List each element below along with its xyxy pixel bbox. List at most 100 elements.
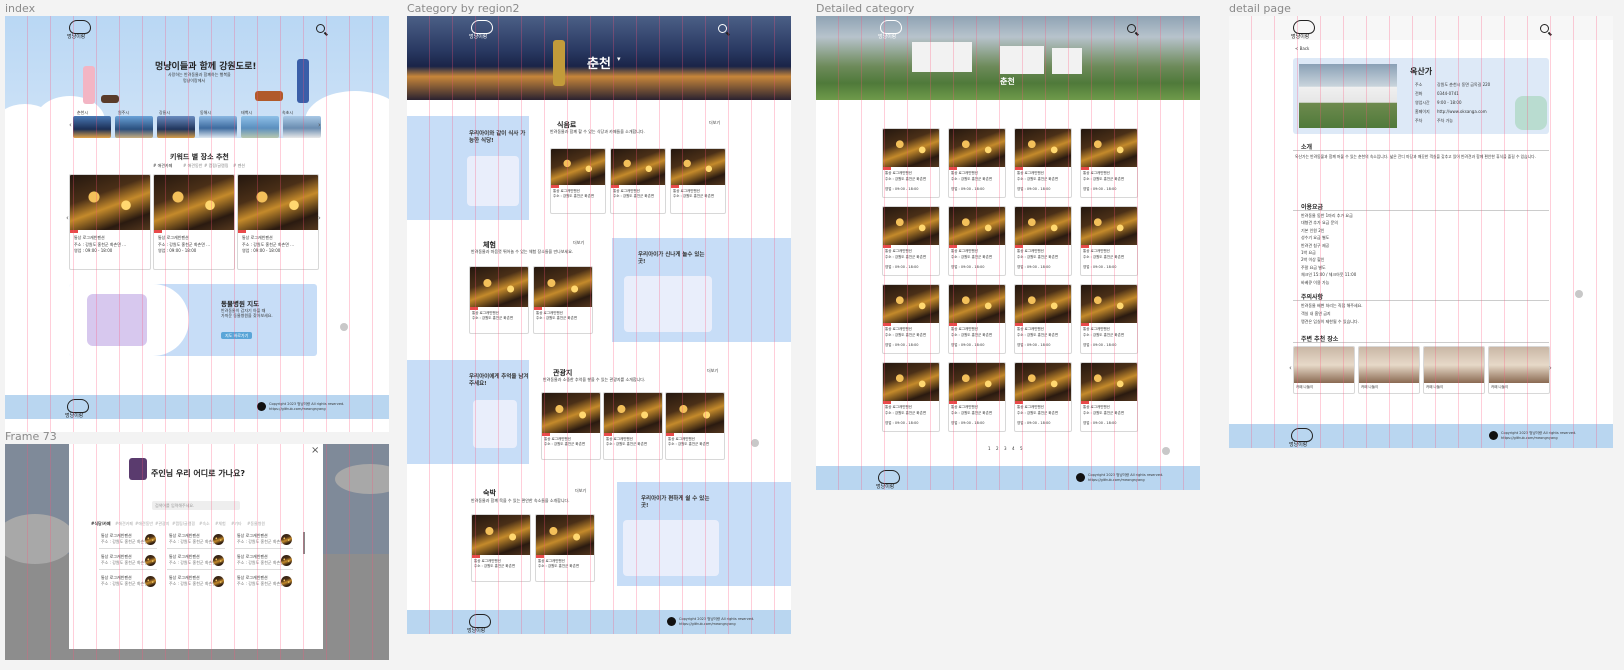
more-link[interactable]: 더보기 — [709, 120, 720, 125]
place-card[interactable]: 통상 로그캐빈펜션 주소 : 강원도 홍천군 화촌면 — [610, 148, 666, 214]
nearby-card[interactable]: 카페 나들이 — [1358, 346, 1420, 394]
logo[interactable]: 멍냥이랑 — [878, 20, 902, 40]
list-item[interactable]: 통상 로그캐빈펜션 주소 : 강원도 홍천군 화촌면 ... — [99, 553, 157, 570]
place-card[interactable]: 통상 로그캐빈펜션 주소 : 강원도 홍천군 화촌면 영업 : 09:00 - 18… — [1080, 128, 1138, 198]
region-thumb[interactable] — [73, 116, 111, 138]
place-card[interactable]: 통상 로그캐빈펜션 주소 : 강원도 홍천군 화촌면 — [469, 266, 529, 334]
nearby-card[interactable]: 카페 나들이 — [1488, 346, 1550, 394]
github-icon[interactable] — [1489, 431, 1498, 440]
list-item[interactable]: 통상 로그캐빈펜션 주소 : 강원도 홍천군 화촌면 ... — [167, 574, 225, 590]
place-card[interactable]: 통상 로그캐빈펜션 주소 : 강원도 홍천군 화촌면 영업 : 09:00 - 18… — [882, 362, 940, 432]
place-card[interactable]: 통상 로그캐빈펜션 주소 : 강원도 홍천군 화촌면 영업 : 09:00 - 18… — [948, 128, 1006, 198]
chevron-left-icon[interactable]: ‹ — [66, 214, 69, 222]
list-item[interactable]: 통상 로그캐빈펜션 주소 : 강원도 홍천군 화촌면 ... — [235, 553, 293, 570]
page-number[interactable]: 4 — [1012, 446, 1015, 451]
github-icon[interactable] — [257, 402, 266, 411]
place-card[interactable]: 통상 로그캐빈펜션 주소 : 강원도 홍천군 화촌면 영업 : 09:00 - 18… — [1014, 206, 1072, 276]
place-card[interactable]: 통상 로그캐빈펜션 주소 : 강원도 홍천군 화촌면 영업 : 09:00 - 18… — [948, 284, 1006, 354]
scroll-top-button[interactable] — [340, 323, 348, 331]
list-item[interactable]: 통상 로그캐빈펜션 주소 : 강원도 홍천군 화촌면 ... — [235, 532, 293, 549]
place-card[interactable]: 통상 로그캐빈펜션 주소 : 강원도 홍천군 화촌면 영업 : 09:00 - 18… — [1080, 362, 1138, 432]
back-button[interactable]: < Back — [1295, 46, 1309, 51]
place-card[interactable]: 통상 로그캐빈펜션 주소 : 강원도 홍천군 화촌면 영업 : 09:00 - 18… — [1014, 128, 1072, 198]
region-thumb[interactable] — [115, 116, 153, 138]
modal-tab[interactable]: #기타 — [231, 521, 242, 526]
logo[interactable]: 멍냥이랑 — [469, 20, 493, 40]
footer-link[interactable]: https://github.com/meongnyang — [1501, 436, 1558, 441]
map-button[interactable]: 지도 바로가기 — [221, 332, 253, 339]
region-tab-label[interactable]: 속초시 — [282, 110, 293, 115]
region-thumb[interactable] — [241, 116, 279, 138]
chevron-right-icon[interactable]: › — [318, 214, 321, 222]
list-item[interactable]: 통상 로그캐빈펜션 주소 : 강원도 홍천군 화촌면 ... — [99, 532, 157, 549]
place-card[interactable]: 통상 로그캐빈펜션 주소 : 강원도 홍천군 화촌면 — [471, 514, 531, 582]
search-icon[interactable] — [1127, 24, 1136, 33]
place-card[interactable]: 통상 로그캐빈펜션 주소 : 강원도 홍천군 화촌면 ... 영업 : 09:0… — [153, 174, 235, 270]
place-card[interactable]: 통상 로그캐빈펜션 주소 : 강원도 홍천군 화촌면 — [533, 266, 593, 334]
place-card[interactable]: 통상 로그캐빈펜션 주소 : 강원도 홍천군 화촌면 ... 영업 : 09:0… — [69, 174, 151, 270]
place-card[interactable]: 통상 로그캐빈펜션 주소 : 강원도 홍천군 화촌면 ... 영업 : 09:0… — [237, 174, 319, 270]
footer-link[interactable]: https://github.com/meongnyang — [269, 407, 326, 412]
region-tab-label[interactable]: 춘천시 — [77, 110, 88, 115]
modal-tab[interactable]: #동물병원 — [247, 521, 265, 526]
search-icon[interactable] — [718, 24, 727, 33]
region-thumb[interactable] — [199, 116, 237, 138]
list-item[interactable]: 통상 로그캐빈펜션 주소 : 강원도 홍천군 화촌면 ... — [167, 532, 225, 549]
place-card[interactable]: 통상 로그캐빈펜션 주소 : 강원도 홍천군 화촌면 영업 : 09:00 - 18… — [882, 128, 940, 198]
place-card[interactable]: 통상 로그캐빈펜션 주소 : 강원도 홍천군 화촌면 — [603, 392, 663, 460]
map-banner[interactable]: 동물병원 지도 반려동물이 갑자기 아플 때 가까운 동물병원을 찾아보세요. … — [69, 284, 317, 356]
place-card[interactable]: 통상 로그캐빈펜션 주소 : 강원도 홍천군 화촌면 영업 : 09:00 - 18… — [1080, 284, 1138, 354]
modal-tab[interactable]: #관광지 — [155, 521, 169, 526]
page-number[interactable]: 5 — [1020, 446, 1023, 451]
github-icon[interactable] — [1076, 473, 1085, 482]
place-card[interactable]: 통상 로그캐빈펜션 주소 : 강원도 홍천군 화촌면 영업 : 09:00 - 18… — [948, 362, 1006, 432]
place-card[interactable]: 통상 로그캐빈펜션 주소 : 강원도 홍천군 화촌면 — [535, 514, 595, 582]
modal-tab[interactable]: #캠핑/글램핑 — [172, 521, 195, 526]
logo[interactable]: 멍냥이랑 — [1291, 20, 1315, 40]
keyword-tag[interactable]: # 캠핑/글램핑 — [204, 163, 228, 168]
chevron-left-icon[interactable]: ‹ — [69, 121, 72, 129]
modal-tab[interactable]: #식당/카페 — [91, 521, 111, 526]
modal-tab[interactable]: #체험 — [215, 521, 226, 526]
chevron-right-icon[interactable]: › — [1549, 364, 1552, 372]
place-card[interactable]: 통상 로그캐빈펜션 주소 : 강원도 홍천군 화촌면 영업 : 09:00 - 18… — [1014, 284, 1072, 354]
place-card[interactable]: 통상 로그캐빈펜션 주소 : 강원도 홍천군 화촌면 — [550, 148, 606, 214]
region-thumb[interactable] — [157, 116, 195, 138]
modal-tab[interactable]: #숙소 — [199, 521, 210, 526]
modal-search-input[interactable]: 검색어를 입력해주세요. — [152, 501, 240, 510]
place-card[interactable]: 통상 로그캐빈펜션 주소 : 강원도 홍천군 화촌면 — [665, 392, 725, 460]
close-icon[interactable]: × — [311, 445, 319, 456]
region-tab-label[interactable]: 태백시 — [241, 110, 252, 115]
page-number[interactable]: 2 — [996, 446, 999, 451]
footer-link[interactable]: https://github.com/meongnyang — [1088, 478, 1145, 483]
promo-banner[interactable]: 우리아이가 신나게 놀수 있는 곳! — [612, 238, 791, 342]
scroll-top-button[interactable] — [751, 439, 759, 447]
footer-link[interactable]: https://github.com/meongnyang — [679, 622, 736, 627]
promo-banner[interactable]: 우리아이와 같이 식사 가능한 식당! — [407, 116, 529, 220]
info-value[interactable]: http://www.oksanga.com — [1437, 109, 1487, 114]
region-thumb[interactable] — [283, 116, 321, 138]
list-item[interactable]: 통상 로그캐빈펜션 주소 : 강원도 홍천군 화촌면 ... — [99, 574, 157, 590]
scroll-top-button[interactable] — [1575, 290, 1583, 298]
page-number[interactable]: 1 — [988, 446, 991, 451]
github-icon[interactable] — [667, 617, 676, 626]
place-card[interactable]: 통상 로그캐빈펜션 주소 : 강원도 홍천군 화촌면 영업 : 09:00 - 18… — [948, 206, 1006, 276]
search-icon[interactable] — [316, 24, 325, 33]
place-card[interactable]: 통상 로그캐빈펜션 주소 : 강원도 홍천군 화촌면 영업 : 09:00 - 18… — [1014, 362, 1072, 432]
more-link[interactable]: 더보기 — [575, 488, 586, 493]
logo[interactable]: 멍냥이랑 — [67, 20, 91, 40]
nearby-card[interactable]: 카페 나들이 — [1293, 346, 1355, 394]
region-tab-label[interactable]: 원주시 — [118, 110, 129, 115]
region-tab-label[interactable]: 강릉시 — [159, 110, 170, 115]
search-icon[interactable] — [1540, 24, 1549, 33]
nearby-card[interactable]: 카페 나들이 — [1423, 346, 1485, 394]
modal-tab[interactable]: #애견동반 — [135, 521, 153, 526]
scroll-top-button[interactable] — [1162, 447, 1170, 455]
chevron-left-icon[interactable]: ‹ — [1289, 364, 1292, 372]
keyword-tag[interactable]: # 펜션 — [233, 163, 245, 168]
place-card[interactable]: 통상 로그캐빈펜션 주소 : 강원도 홍천군 화촌면 — [541, 392, 601, 460]
more-link[interactable]: 더보기 — [707, 368, 718, 373]
list-item[interactable]: 통상 로그캐빈펜션 주소 : 강원도 홍천군 화촌면 ... — [167, 553, 225, 570]
list-item[interactable]: 통상 로그캐빈펜션 주소 : 강원도 홍천군 화촌면 ... — [235, 574, 293, 590]
modal-scrollbar[interactable] — [303, 532, 305, 554]
